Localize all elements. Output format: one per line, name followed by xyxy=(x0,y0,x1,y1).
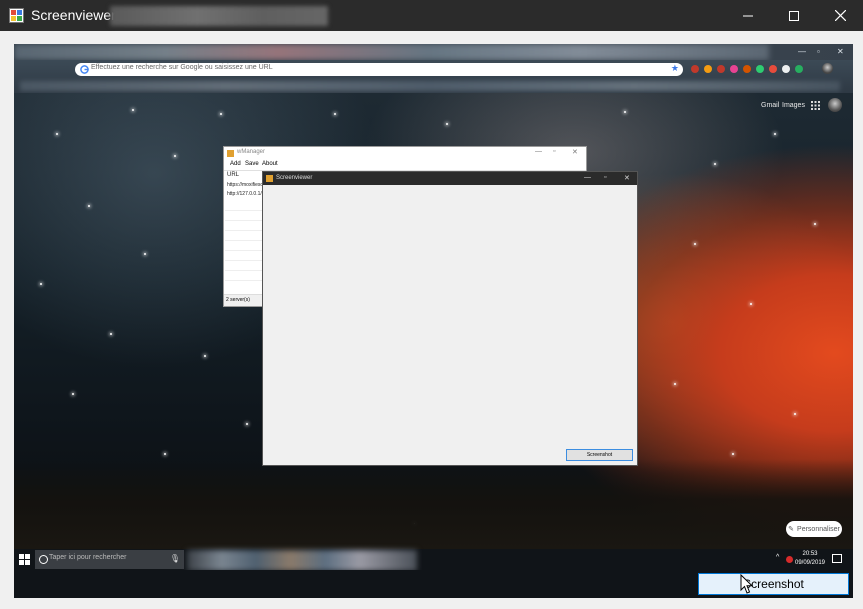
menu-save: Save xyxy=(245,161,259,167)
clock-time: 20:53 xyxy=(802,551,818,557)
cortana-icon xyxy=(39,555,48,564)
minimize-icon xyxy=(743,15,753,16)
images-link: Images xyxy=(782,102,805,109)
redacted-title-suffix xyxy=(110,6,328,26)
wmanager-minimize-icon: — xyxy=(535,148,542,155)
browser-tab-strip: — ▫ ✕ xyxy=(14,44,853,60)
taskbar-clock: 20:53 09/09/2019 xyxy=(792,550,828,568)
taskbar-search-text: Taper ici pour rechercher xyxy=(49,554,127,561)
personalize-button: ✎ Personnaliser xyxy=(786,521,842,537)
google-g-icon xyxy=(80,65,89,74)
wmanager-close-icon: ✕ xyxy=(572,149,578,156)
wmanager-title: wManager xyxy=(237,149,266,155)
maximize-icon xyxy=(789,10,799,21)
inner-minimize-icon: — xyxy=(584,174,591,181)
windows-start-icon xyxy=(19,554,30,565)
extension-icon xyxy=(769,65,777,73)
title-bar: Screenviewer - xyxy=(0,0,863,31)
omnibox-text: Effectuez une recherche sur Google ou sa… xyxy=(91,64,273,71)
list-item: http://127.0.0.1/ xyxy=(227,191,262,197)
inner-maximize-icon: ▫ xyxy=(604,174,607,181)
inner-close-icon: ✕ xyxy=(624,175,630,182)
wmanager-app-icon xyxy=(227,150,234,157)
gmail-link: Gmail xyxy=(761,102,780,109)
tray-chevron-icon: ^ xyxy=(776,554,780,561)
extension-icon xyxy=(795,65,803,73)
list-header-url: URL xyxy=(227,172,240,178)
grass-horizon xyxy=(14,459,853,549)
wmanager-server-list: URL https://moxifieso http://127.0.0.1/ xyxy=(225,172,263,292)
redacted-taskbar-apps xyxy=(187,550,417,571)
list-item: https://moxifieso xyxy=(227,182,264,188)
extension-icon xyxy=(704,65,712,73)
pencil-icon: ✎ xyxy=(788,526,795,533)
inner-screenshot-button: Screenshot xyxy=(566,449,633,461)
new-tab-background: Gmail Images wManager — ▫ ✕ Add Save Abo… xyxy=(14,93,853,549)
screenshot-button[interactable]: Screenshot xyxy=(698,573,849,595)
browser-minimize-icon: — xyxy=(798,47,806,56)
account-avatar xyxy=(828,98,842,112)
personalize-label: Personnaliser xyxy=(797,525,840,533)
mouse-cursor-icon xyxy=(740,574,754,594)
inner-title: Screenviewer xyxy=(276,175,313,181)
extension-icon xyxy=(691,65,699,73)
client-area: — ▫ ✕ Effectuez une recherche sur Google… xyxy=(0,31,863,609)
minimize-button[interactable] xyxy=(725,0,771,31)
apps-grid-icon xyxy=(811,101,820,110)
app-icon xyxy=(9,8,24,23)
browser-close-icon: ✕ xyxy=(837,47,844,56)
wmanager-title-bar: wManager — ▫ ✕ xyxy=(224,147,586,160)
menu-about: About xyxy=(262,161,278,167)
taskbar-search: Taper ici pour rechercher 🎙 xyxy=(35,550,184,569)
clock-date: 09/09/2019 xyxy=(794,560,826,566)
extension-icon xyxy=(730,65,738,73)
profile-avatar xyxy=(822,63,833,74)
extension-icon xyxy=(782,65,790,73)
wmanager-maximize-icon: ▫ xyxy=(553,148,556,155)
redacted-tabs xyxy=(14,44,769,60)
taskbar: Taper ici pour rechercher 🎙 ^ 20:53 09/0… xyxy=(14,549,853,571)
bookmark-star-icon: ★ xyxy=(670,63,679,73)
close-icon xyxy=(834,10,846,21)
extension-icon xyxy=(743,65,751,73)
server-count: 2 server(s) xyxy=(226,297,250,303)
inner-title-bar: Screenviewer — ▫ ✕ xyxy=(263,172,637,185)
maximize-button[interactable] xyxy=(771,0,817,31)
notification-icon xyxy=(832,554,842,563)
omnibox: Effectuez une recherche sur Google ou sa… xyxy=(75,63,683,76)
browser-toolbar: Effectuez une recherche sur Google ou sa… xyxy=(14,60,853,93)
redacted-bookmarks xyxy=(20,81,840,91)
close-button[interactable] xyxy=(817,0,863,31)
inner-app-icon xyxy=(266,175,273,182)
screenshot-preview: — ▫ ✕ Effectuez une recherche sur Google… xyxy=(14,44,853,598)
menu-add: Add xyxy=(230,161,241,167)
extension-icon xyxy=(756,65,764,73)
wmanager-menu-bar: Add Save About xyxy=(224,160,586,171)
inner-screenviewer-window: Screenviewer — ▫ ✕ Screenshot xyxy=(262,171,638,466)
microphone-icon: 🎙 xyxy=(169,554,180,563)
extension-icon xyxy=(717,65,725,73)
browser-maximize-icon: ▫ xyxy=(817,47,820,56)
